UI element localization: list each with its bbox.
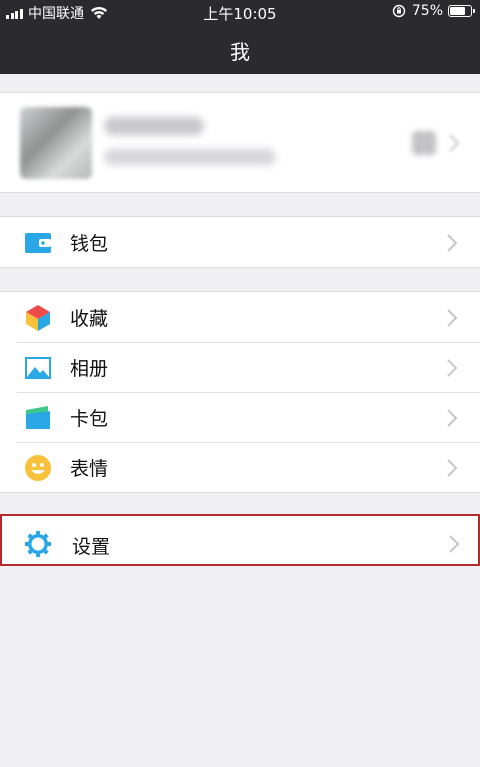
qr-code-icon bbox=[412, 131, 436, 155]
chevron-right-icon bbox=[447, 409, 458, 427]
cube-icon bbox=[26, 305, 50, 331]
status-bar: 中国联通 上午10:05 75% bbox=[0, 0, 480, 24]
wallet-group: 钱包 bbox=[0, 216, 480, 268]
chevron-right-icon bbox=[447, 359, 458, 377]
wallet-icon bbox=[25, 233, 51, 253]
profile-card[interactable] bbox=[0, 92, 480, 193]
menu-item-favorites[interactable]: 收藏 bbox=[0, 292, 480, 342]
menu-item-cards[interactable]: 卡包 bbox=[0, 392, 480, 442]
profile-id-blurred bbox=[104, 149, 276, 165]
menu-item-album[interactable]: 相册 bbox=[0, 342, 480, 392]
menu-item-label: 表情 bbox=[70, 458, 109, 480]
smiley-icon bbox=[25, 455, 51, 481]
status-right: 75% bbox=[392, 3, 475, 19]
settings-group: 设置 bbox=[0, 514, 480, 566]
rotation-lock-icon bbox=[392, 4, 406, 18]
chevron-right-icon bbox=[449, 134, 460, 152]
chevron-right-icon bbox=[447, 234, 458, 252]
menu-item-label: 卡包 bbox=[70, 408, 109, 430]
chevron-right-icon bbox=[447, 309, 458, 327]
chevron-right-icon bbox=[447, 459, 458, 477]
battery-percent: 75% bbox=[411, 3, 443, 19]
menu-item-settings[interactable]: 设置 bbox=[2, 516, 480, 564]
menu-item-label: 收藏 bbox=[70, 308, 109, 330]
card-icon bbox=[26, 406, 50, 429]
profile-name-blurred bbox=[104, 117, 204, 135]
gear-icon bbox=[25, 531, 51, 557]
menu-item-label: 相册 bbox=[70, 358, 109, 380]
menu-item-wallet[interactable]: 钱包 bbox=[0, 217, 480, 267]
battery-icon bbox=[448, 5, 475, 17]
main-menu-group: 收藏 相册 卡包 表情 bbox=[0, 291, 480, 493]
chevron-right-icon bbox=[449, 535, 460, 553]
menu-item-label: 设置 bbox=[72, 536, 111, 558]
avatar bbox=[20, 107, 92, 179]
menu-item-stickers[interactable]: 表情 bbox=[0, 442, 480, 492]
nav-bar: 我 bbox=[0, 24, 480, 74]
page-title: 我 bbox=[230, 40, 250, 64]
menu-item-label: 钱包 bbox=[70, 233, 109, 255]
picture-icon bbox=[25, 357, 51, 379]
